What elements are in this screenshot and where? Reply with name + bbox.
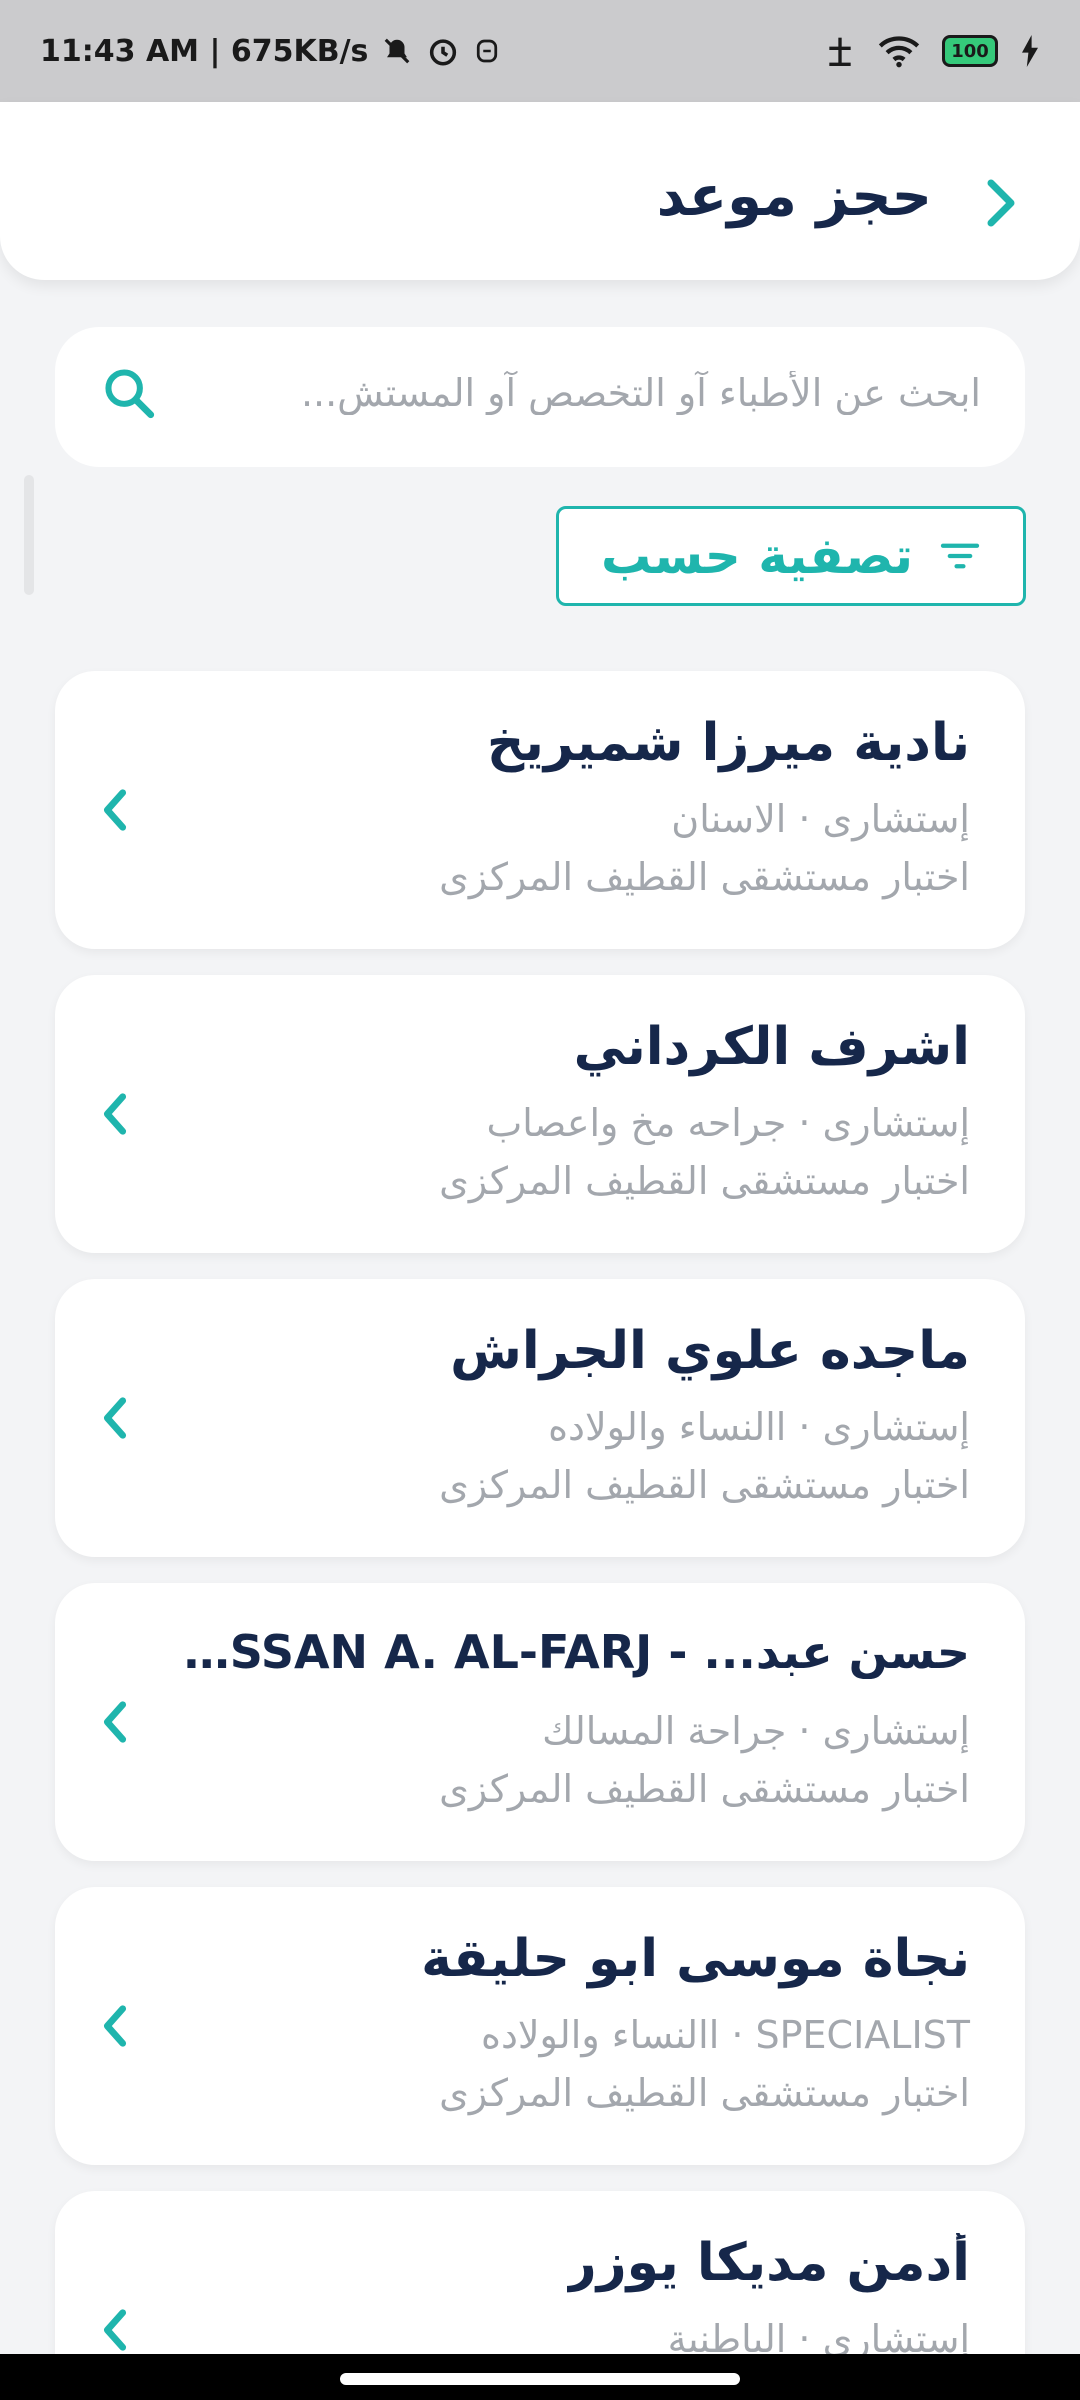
status-left: 11:43 AM | 675KB/s xyxy=(40,34,500,69)
doctor-name: حسن عبد... - HASSAN A. AL-FARJ xyxy=(170,1625,970,1679)
status-bar: 11:43 AM | 675KB/s 100 xyxy=(0,0,1080,102)
doctor-specialty: إستشارى · جراحه مخ واعصاب xyxy=(486,1101,970,1145)
chevron-left-icon xyxy=(103,1397,127,1439)
doctor-hospital: اختبار مستشقى القطيف المركزى xyxy=(439,855,970,899)
search-icon[interactable] xyxy=(100,364,158,422)
signal-icon xyxy=(824,35,856,67)
doctor-card[interactable]: اشرف الكرداني إستشارى · جراحه مخ واعصاب … xyxy=(55,975,1025,1253)
battery-indicator: 100 xyxy=(942,35,998,67)
status-right: 100 xyxy=(824,34,1040,68)
home-indicator[interactable] xyxy=(340,2373,740,2385)
chevron-right-icon xyxy=(987,179,1015,227)
notification-icon xyxy=(474,36,500,66)
doctor-card[interactable]: نادية ميرزا شميريخ إستشارى · الاسنان اخت… xyxy=(55,671,1025,949)
doctor-specialty: SPECIALIST · االنساء والولاده xyxy=(481,2013,970,2057)
page-title: حجز موعد xyxy=(656,164,932,229)
filter-icon xyxy=(940,543,980,569)
chevron-left-icon xyxy=(103,2005,127,2047)
search-input[interactable]: ابحث عن الأطباء آو التخصص آو المستش... xyxy=(55,327,1025,467)
filter-button[interactable]: تصفية حسب xyxy=(556,506,1026,606)
back-button[interactable] xyxy=(966,172,1036,234)
doctor-name: أدمن مديكا يوزر xyxy=(566,2233,970,2293)
doctor-name: ماجده علوي الجراش xyxy=(450,1321,970,1381)
status-time: 11:43 AM | 675KB/s xyxy=(40,33,369,69)
doctor-name: اشرف الكرداني xyxy=(573,1017,970,1077)
chevron-left-icon xyxy=(103,2309,127,2351)
scrollbar[interactable] xyxy=(24,475,34,595)
doctor-specialty: إستشارى · الاسنان xyxy=(671,797,970,841)
chevron-left-icon xyxy=(103,789,127,831)
doctor-card[interactable]: ماجده علوي الجراش إستشارى · االنساء والو… xyxy=(55,1279,1025,1557)
doctor-hospital: اختبار مستشقى القطيف المركزى xyxy=(439,2071,970,2115)
doctor-specialty: إستشارى · االنساء والولاده xyxy=(548,1405,970,1449)
screen: 11:43 AM | 675KB/s 100 حجز موعد ابحث عن … xyxy=(0,0,1080,2400)
wifi-icon xyxy=(878,34,920,68)
doctor-name: نادية ميرزا شميريخ xyxy=(486,713,970,773)
doctor-name: نجاة موسى ابو حليقة xyxy=(421,1929,970,1989)
mute-icon xyxy=(382,36,412,66)
search-placeholder: ابحث عن الأطباء آو التخصص آو المستش... xyxy=(300,371,981,415)
doctor-specialty: إستشارى · جراحة المسالك xyxy=(542,1709,970,1753)
charging-icon xyxy=(1020,35,1040,67)
chevron-left-icon xyxy=(103,1093,127,1135)
app-header: حجز موعد xyxy=(0,102,1080,280)
doctor-hospital: اختبار مستشقى القطيف المركزى xyxy=(439,1159,970,1203)
chevron-left-icon xyxy=(103,1701,127,1743)
doctor-card[interactable]: نجاة موسى ابو حليقة SPECIALIST · االنساء… xyxy=(55,1887,1025,2165)
doctor-hospital: اختبار مستشقى القطيف المركزى xyxy=(439,1767,970,1811)
doctor-card[interactable]: حسن عبد... - HASSAN A. AL-FARJ إستشارى ·… xyxy=(55,1583,1025,1861)
doctor-hospital: اختبار مستشقى القطيف المركزى xyxy=(439,1463,970,1507)
filter-label: تصفية حسب xyxy=(600,527,913,585)
alarm-icon xyxy=(426,34,460,68)
